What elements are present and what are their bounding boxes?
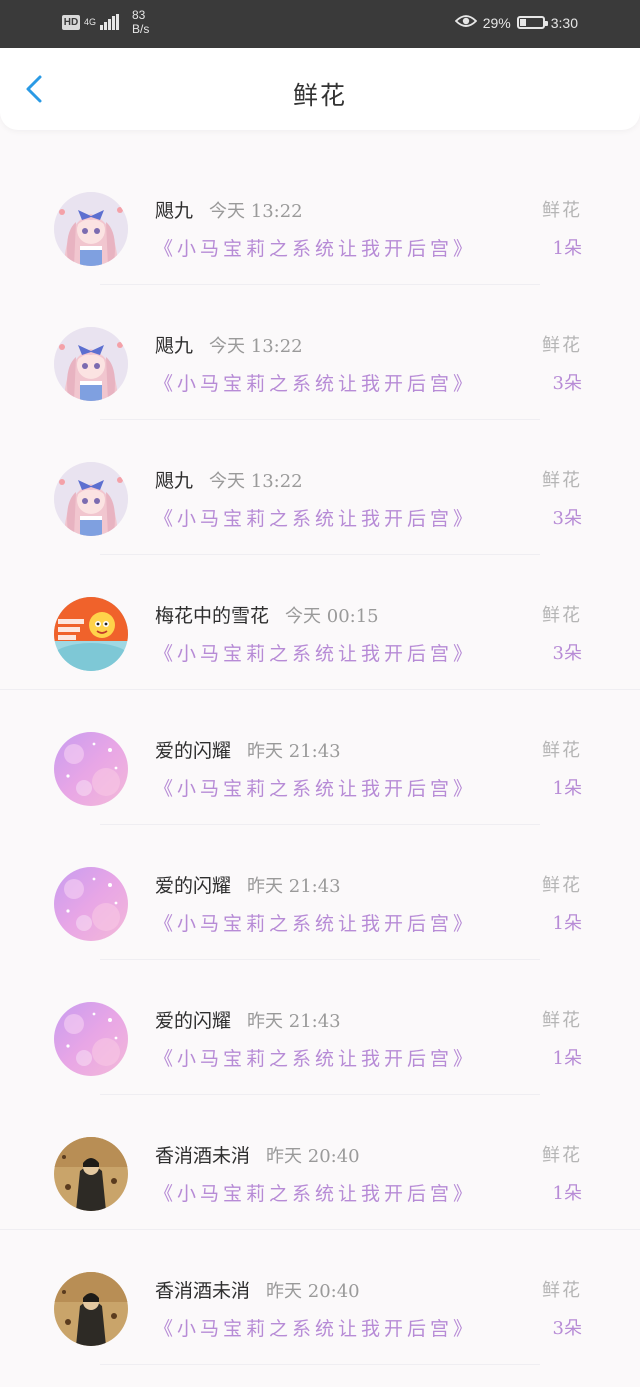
- list-item[interactable]: 爱的闪耀 昨天 21:43 《小马宝莉之系统让我开后宫》 鲜花 1朵: [0, 825, 640, 960]
- user-name: 爱的闪耀: [155, 740, 232, 762]
- network-type: 4G: [84, 16, 97, 27]
- book-title[interactable]: 《小马宝莉之系统让我开后宫》: [154, 909, 476, 936]
- book-title[interactable]: 《小马宝莉之系统让我开后宫》: [154, 1314, 476, 1341]
- list-item[interactable]: 爱的闪耀 昨天 21:43 《小马宝莉之系统让我开后宫》 鲜花 1朵: [0, 960, 640, 1095]
- status-right: 29% 3:30: [454, 14, 578, 31]
- book-title[interactable]: 《小马宝莉之系统让我开后宫》: [154, 1044, 476, 1071]
- item-time: 昨天 20:40: [266, 1281, 360, 1302]
- gift-count: 1朵: [552, 1048, 582, 1069]
- gift-count: 1朵: [552, 913, 582, 934]
- flower-list: 飓九 今天 13:22 《小马宝莉之系统让我开后宫》 鲜花 1朵 飓九 今天 13:22 《小…: [0, 150, 640, 1365]
- item-header: 梅花中的雪花 今天 00:15: [155, 601, 379, 628]
- network-speed: 83 B/s: [132, 8, 149, 36]
- item-header: 香消酒未消 昨天 20:40: [155, 1276, 360, 1303]
- avatar[interactable]: [54, 462, 128, 536]
- clock: 3:30: [550, 14, 578, 31]
- gift-type: 鲜花: [542, 200, 582, 221]
- item-header: 飓九 今天 13:22: [155, 331, 303, 358]
- gift-type: 鲜花: [542, 470, 582, 491]
- gift-type: 鲜花: [542, 335, 582, 356]
- gift-type: 鲜花: [542, 1145, 582, 1166]
- item-header: 香消酒未消 昨天 20:40: [155, 1141, 360, 1168]
- user-name: 香消酒未消: [155, 1145, 251, 1167]
- gift-count: 3朵: [552, 1318, 582, 1339]
- list-item[interactable]: 爱的闪耀 昨天 21:43 《小马宝莉之系统让我开后宫》 鲜花 1朵: [0, 690, 640, 825]
- avatar[interactable]: [54, 597, 128, 671]
- item-time: 今天 00:15: [285, 606, 379, 627]
- gift-count: 3朵: [552, 373, 582, 394]
- battery-icon: [516, 16, 548, 29]
- hd-icon: HD: [62, 14, 80, 30]
- user-name: 飓九: [155, 335, 194, 357]
- book-title[interactable]: 《小马宝莉之系统让我开后宫》: [154, 639, 476, 666]
- item-time: 昨天 20:40: [266, 1146, 360, 1167]
- network-speed-unit: B/s: [132, 22, 150, 36]
- item-time: 今天 13:22: [209, 471, 303, 492]
- gift-count: 1朵: [552, 778, 582, 799]
- network-speed-value: 83: [132, 8, 146, 22]
- battery-fill: [519, 19, 526, 26]
- item-header: 飓九 今天 13:22: [155, 196, 303, 223]
- avatar[interactable]: [54, 867, 128, 941]
- book-title[interactable]: 《小马宝莉之系统让我开后宫》: [154, 774, 476, 801]
- list-item[interactable]: 香消酒未消 昨天 20:40 《小马宝莉之系统让我开后宫》 鲜花 3朵: [0, 1230, 640, 1365]
- item-time: 昨天 21:43: [247, 1011, 341, 1032]
- page-title: 鲜花: [292, 81, 347, 110]
- user-name: 爱的闪耀: [155, 1010, 232, 1032]
- avatar[interactable]: [54, 1137, 128, 1211]
- item-time: 昨天 21:43: [247, 741, 341, 762]
- user-name: 飓九: [155, 470, 194, 492]
- user-name: 爱的闪耀: [155, 875, 232, 897]
- user-name: 飓九: [155, 200, 194, 222]
- book-title[interactable]: 《小马宝莉之系统让我开后宫》: [154, 234, 476, 261]
- list-item[interactable]: 梅花中的雪花 今天 00:15 《小马宝莉之系统让我开后宫》 鲜花 3朵: [0, 555, 640, 690]
- book-title[interactable]: 《小马宝莉之系统让我开后宫》: [154, 1179, 476, 1206]
- header: 鲜花: [0, 48, 640, 130]
- list-item[interactable]: 飓九 今天 13:22 《小马宝莉之系统让我开后宫》 鲜花 3朵: [0, 285, 640, 420]
- book-title[interactable]: 《小马宝莉之系统让我开后宫》: [154, 504, 476, 531]
- gift-count: 3朵: [552, 643, 582, 664]
- list-item[interactable]: 飓九 今天 13:22 《小马宝莉之系统让我开后宫》 鲜花 3朵: [0, 420, 640, 555]
- item-time: 今天 13:22: [209, 201, 303, 222]
- gift-type: 鲜花: [542, 605, 582, 626]
- list-item[interactable]: 飓九 今天 13:22 《小马宝莉之系统让我开后宫》 鲜花 1朵: [0, 150, 640, 285]
- gift-type: 鲜花: [542, 1010, 582, 1031]
- avatar[interactable]: [54, 192, 128, 266]
- eye-icon: [454, 14, 477, 31]
- avatar[interactable]: [54, 1272, 128, 1346]
- list-item[interactable]: 香消酒未消 昨天 20:40 《小马宝莉之系统让我开后宫》 鲜花 1朵: [0, 1095, 640, 1230]
- item-header: 飓九 今天 13:22: [155, 466, 303, 493]
- battery-percent: 29%: [482, 14, 511, 31]
- avatar[interactable]: [54, 1002, 128, 1076]
- book-title[interactable]: 《小马宝莉之系统让我开后宫》: [154, 369, 476, 396]
- item-time: 昨天 21:43: [247, 876, 341, 897]
- status-left: HD 4G 83 B/s: [62, 8, 149, 36]
- gift-count: 1朵: [552, 1183, 582, 1204]
- item-header: 爱的闪耀 昨天 21:43: [155, 871, 341, 898]
- gift-count: 3朵: [552, 508, 582, 529]
- item-header: 爱的闪耀 昨天 21:43: [155, 736, 341, 763]
- status-bar: HD 4G 83 B/s 29% 3:30: [0, 0, 640, 48]
- gift-type: 鲜花: [542, 1280, 582, 1301]
- gift-count: 1朵: [552, 238, 582, 259]
- signal-icon: [100, 14, 120, 30]
- gift-type: 鲜花: [542, 740, 582, 761]
- avatar[interactable]: [54, 327, 128, 401]
- gift-type: 鲜花: [542, 875, 582, 896]
- item-time: 今天 13:22: [209, 336, 303, 357]
- avatar[interactable]: [54, 732, 128, 806]
- user-name: 香消酒未消: [155, 1280, 251, 1302]
- item-header: 爱的闪耀 昨天 21:43: [155, 1006, 341, 1033]
- user-name: 梅花中的雪花: [155, 605, 270, 627]
